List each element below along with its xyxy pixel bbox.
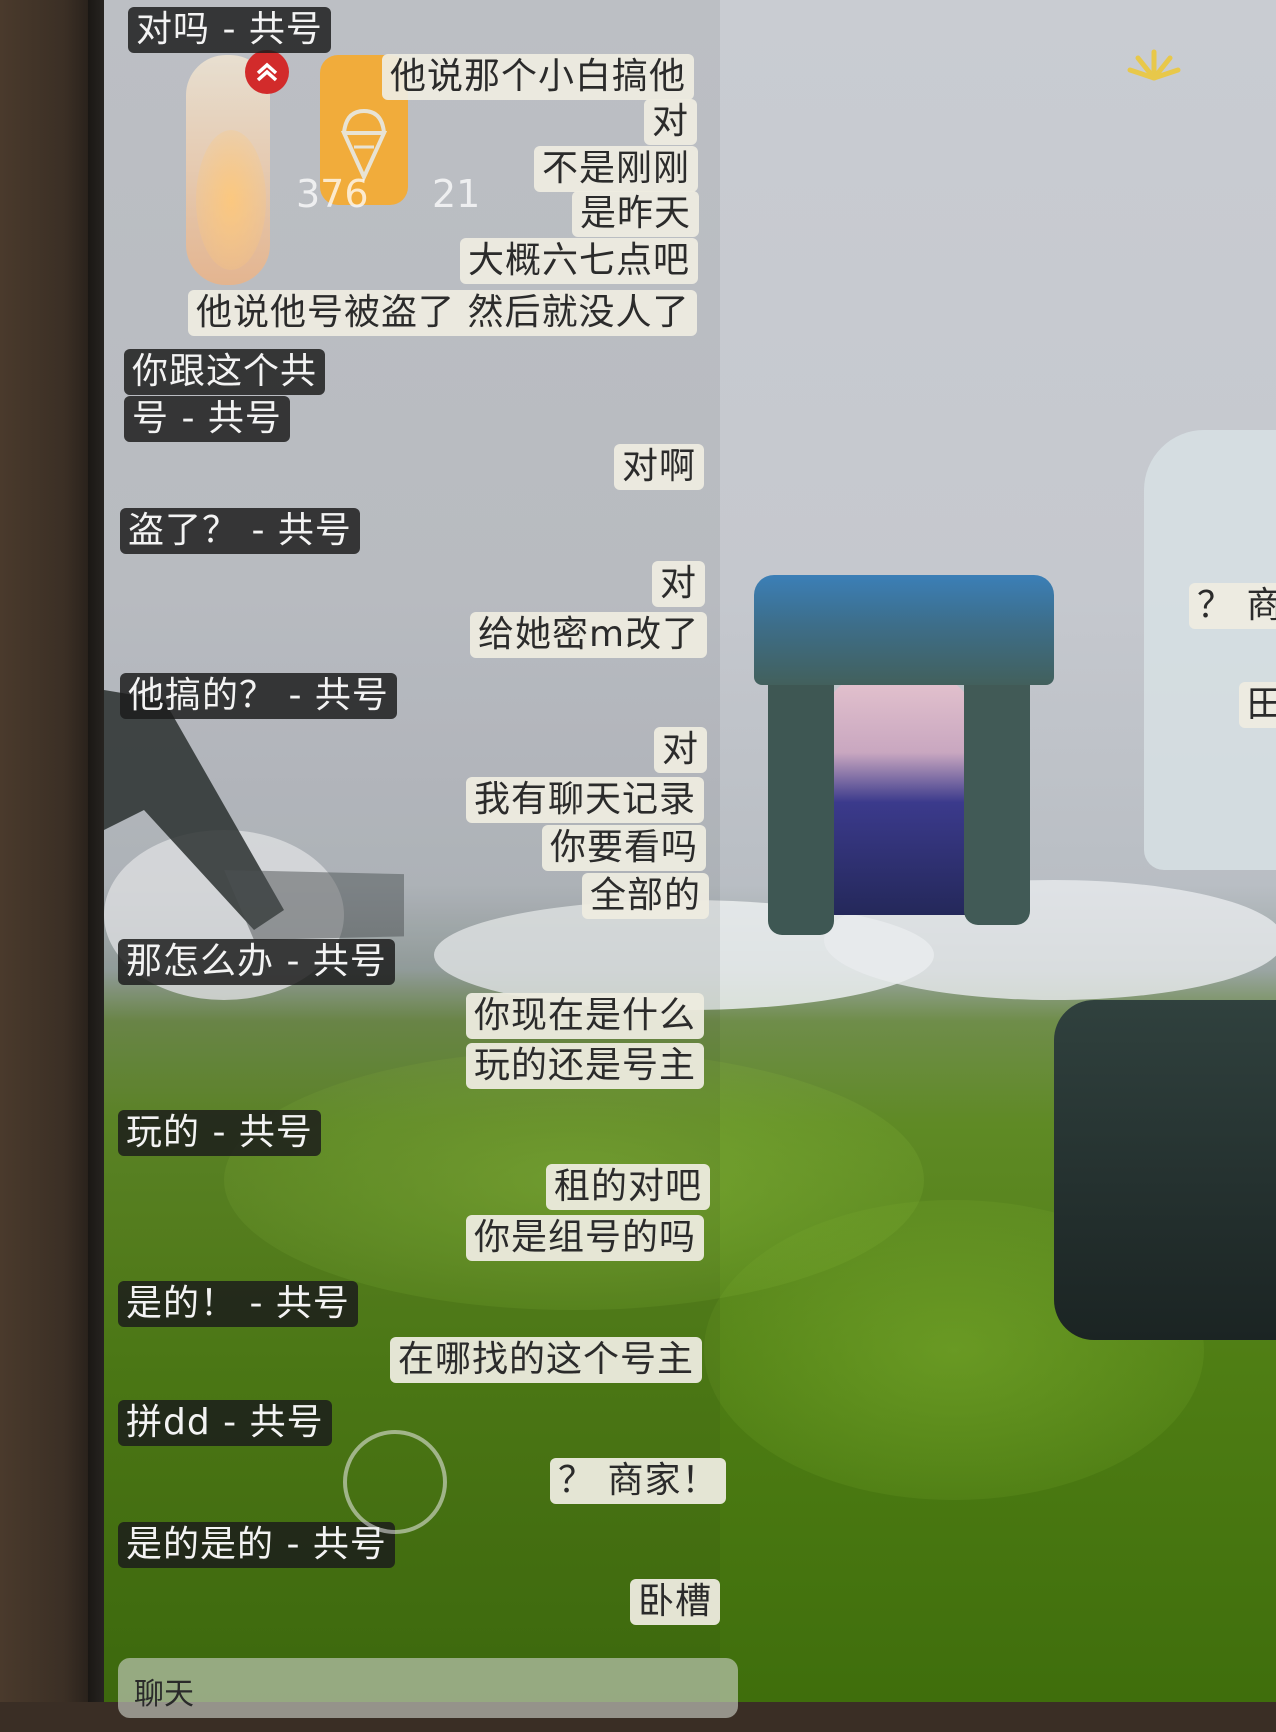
outgoing-message: 对啊 xyxy=(614,444,705,490)
stone-gate xyxy=(754,575,1054,935)
outgoing-message: 卧槽 xyxy=(630,1579,721,1625)
incoming-message: 拼dd - 共号 xyxy=(118,1400,332,1446)
outgoing-message: 给她密m改了 xyxy=(470,612,708,658)
scene-chat-bubble: ？ 商 xyxy=(1189,583,1276,629)
outgoing-message: 在哪找的这个号主 xyxy=(390,1337,703,1383)
right-structure xyxy=(1144,430,1276,870)
sun-icon xyxy=(1127,49,1181,81)
outgoing-message: 玩的还是号主 xyxy=(466,1043,705,1089)
chevron-up-icon xyxy=(256,62,278,82)
outgoing-message: 他说他号被盗了 然后就没人了 xyxy=(188,290,698,336)
incoming-message: 你跟这个共 xyxy=(124,349,326,395)
outgoing-message: 你是组号的吗 xyxy=(466,1215,705,1261)
outgoing-message: 你现在是什么 xyxy=(466,993,705,1039)
outgoing-message: ？ 商家！ xyxy=(550,1458,727,1504)
outgoing-message: 是昨天 xyxy=(572,191,700,237)
incoming-message: 是的是的 - 共号 xyxy=(118,1522,395,1568)
scene-chat-bubble: 田 xyxy=(1239,682,1276,728)
incoming-message: 号 - 共号 xyxy=(124,396,290,442)
friend-candle-glow xyxy=(196,130,266,270)
gate-lintel xyxy=(754,575,1054,685)
outgoing-message: 对 xyxy=(654,727,708,773)
incoming-message: 盗了？ - 共号 xyxy=(120,508,360,554)
chat-input[interactable]: 聊天 xyxy=(118,1658,738,1718)
unread-badge[interactable] xyxy=(245,50,289,94)
gate-pillar-left xyxy=(768,665,834,935)
incoming-message: 他搞的？ - 共号 xyxy=(120,673,397,719)
heart-count: 21 xyxy=(432,172,481,216)
outgoing-message: 租的对吧 xyxy=(546,1164,711,1210)
outgoing-message: 他说那个小白搞他 xyxy=(382,54,695,100)
outgoing-message: 对 xyxy=(652,561,706,607)
incoming-message: 是的！ - 共号 xyxy=(118,1281,358,1327)
outgoing-message: 我有聊天记录 xyxy=(466,777,705,823)
incoming-message: 那怎么办 - 共号 xyxy=(118,939,395,985)
outgoing-message: 全部的 xyxy=(582,873,710,919)
incoming-message: 玩的 - 共号 xyxy=(118,1110,321,1156)
outgoing-message: 不是刚刚 xyxy=(534,146,699,192)
outgoing-message: 你要看吗 xyxy=(542,825,707,871)
gate-pillar-right xyxy=(964,665,1030,925)
player-character xyxy=(1054,1000,1276,1340)
candle-count: 376 xyxy=(296,172,369,216)
outgoing-message: 对 xyxy=(644,99,698,145)
joystick-icon[interactable] xyxy=(343,1430,447,1534)
incoming-message: 对吗 - 共号 xyxy=(128,7,331,53)
gate-portal xyxy=(814,665,984,915)
outgoing-message: 大概六七点吧 xyxy=(460,238,699,284)
